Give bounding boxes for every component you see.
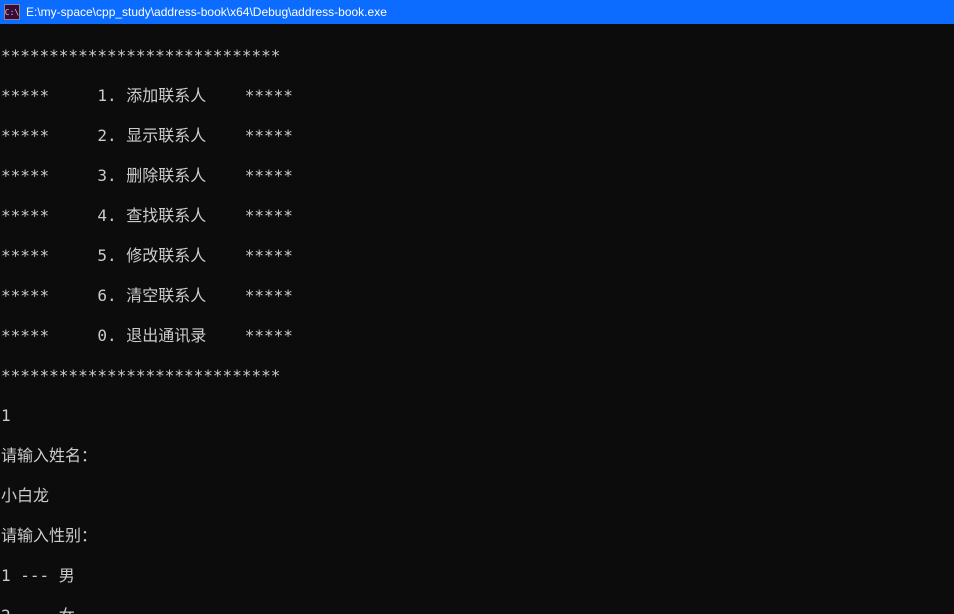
console-window: C:\ E:\my-space\cpp_study\address-book\x… [0, 0, 954, 614]
menu-item-3: ***** 3. 删除联系人 ***** [1, 166, 953, 186]
user-input-choice: 1 [1, 406, 953, 426]
value-name: 小白龙 [1, 486, 953, 506]
menu-item-0: ***** 0. 退出通讯录 ***** [1, 326, 953, 346]
menu-border-bottom: ***************************** [1, 366, 953, 386]
menu-item-2: ***** 2. 显示联系人 ***** [1, 126, 953, 146]
window-title: E:\my-space\cpp_study\address-book\x64\D… [26, 5, 387, 19]
console-output[interactable]: ***************************** ***** 1. 添… [0, 24, 954, 614]
gender-option-2: 2 --- 女 [1, 606, 953, 614]
app-icon: C:\ [4, 4, 20, 20]
menu-item-5: ***** 5. 修改联系人 ***** [1, 246, 953, 266]
menu-item-4: ***** 4. 查找联系人 ***** [1, 206, 953, 226]
menu-border-top: ***************************** [1, 46, 953, 66]
menu-item-1: ***** 1. 添加联系人 ***** [1, 86, 953, 106]
titlebar[interactable]: C:\ E:\my-space\cpp_study\address-book\x… [0, 0, 954, 24]
prompt-gender: 请输入性别： [1, 526, 953, 546]
menu-item-6: ***** 6. 清空联系人 ***** [1, 286, 953, 306]
prompt-name: 请输入姓名： [1, 446, 953, 466]
gender-option-1: 1 --- 男 [1, 566, 953, 586]
